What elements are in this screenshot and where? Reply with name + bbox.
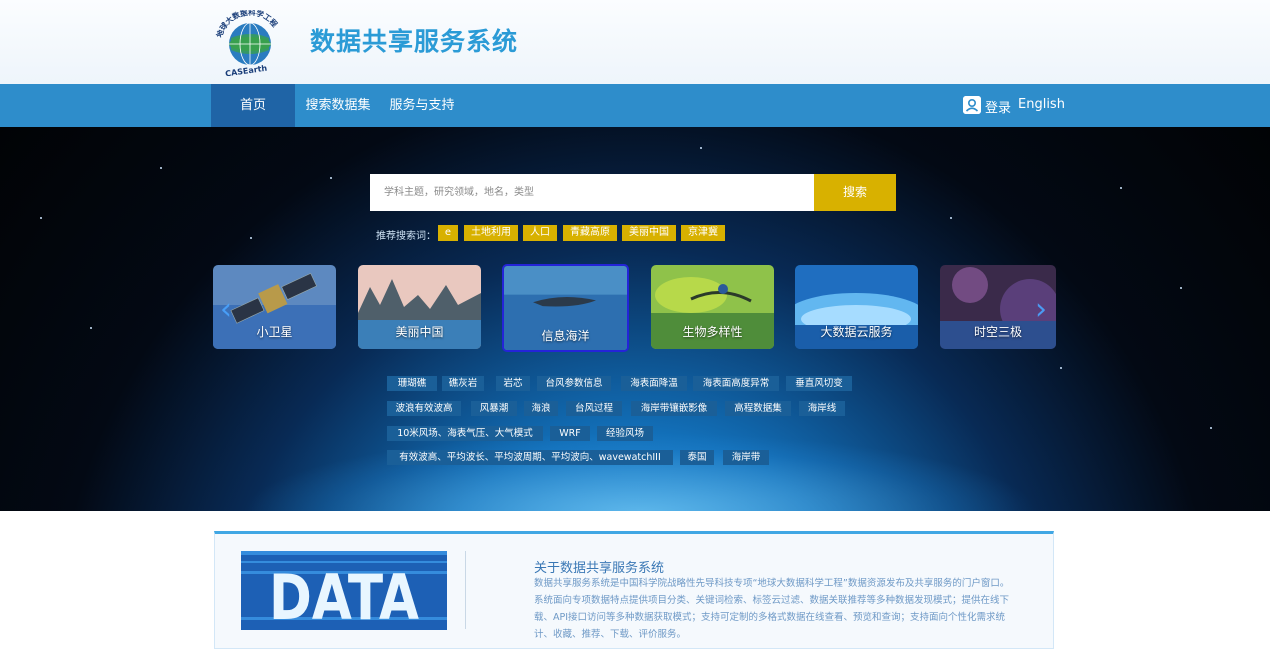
language-switch[interactable]: English [1018, 97, 1065, 112]
keyword-tag[interactable]: 海岸带 [723, 450, 769, 465]
keyword-tag[interactable]: 海表面降温 [621, 376, 687, 391]
keyword-tag[interactable]: 垂直风切变 [786, 376, 852, 391]
keyword-tag[interactable]: 海表面高度异常 [693, 376, 779, 391]
chevron-right-icon[interactable]: › [1033, 295, 1049, 325]
keyword-tag[interactable]: 海浪 [524, 401, 558, 416]
card-label: 信息海洋 [541, 329, 590, 343]
chevron-left-icon[interactable]: ‹ [218, 295, 234, 325]
site-header: 地球大数据科学工程 CASEarth 数据共享服务系统 [0, 0, 1270, 84]
search-button[interactable]: 搜索 [814, 174, 896, 211]
logo-bottom-text: CASEarth [225, 64, 268, 76]
site-title: 数据共享服务系统 [310, 27, 519, 56]
nav-services-support[interactable]: 服务与支持 [387, 84, 457, 127]
keyword-tag[interactable]: 波浪有效波高 [387, 401, 461, 416]
keyword-tag[interactable]: WRF [550, 426, 590, 441]
recommend-label: 推荐搜索词： [376, 231, 436, 242]
user-icon[interactable] [963, 96, 981, 114]
keyword-tag[interactable]: 高程数据集 [725, 401, 791, 416]
keyword-tag[interactable]: 岩芯 [496, 376, 530, 391]
keyword-tag[interactable]: 海岸带镶嵌影像 [631, 401, 717, 416]
search-input[interactable] [370, 174, 814, 211]
login-link[interactable]: 登录 [985, 97, 1011, 116]
keyword-tag[interactable]: 10米风场、海表气压、大气模式 [387, 426, 543, 441]
nav-search-datasets[interactable]: 搜索数据集 [303, 84, 373, 127]
recommend-tag[interactable]: 土地利用 [464, 225, 518, 241]
data-image-text: DATA [269, 561, 419, 630]
nav-home[interactable]: 首页 [211, 84, 295, 127]
about-divider [465, 551, 466, 629]
keyword-tag[interactable]: 海岸线 [799, 401, 845, 416]
keyword-tag[interactable]: 风暴潮 [471, 401, 517, 416]
card-label: 大数据云服务 [820, 325, 893, 339]
keyword-tag[interactable]: 有效波高、平均波长、平均波周期、平均波向、wavewatchIII [387, 450, 673, 465]
keyword-tag[interactable]: 台风过程 [566, 401, 622, 416]
keyword-tag[interactable]: 礁灰岩 [442, 376, 484, 391]
about-title: 关于数据共享服务系统 [534, 561, 665, 576]
recommend-tag[interactable]: e [438, 225, 458, 241]
keyword-tag[interactable]: 台风参数信息 [537, 376, 611, 391]
card-beautiful-china[interactable]: 美丽中国 [358, 265, 481, 349]
recommend-tag[interactable]: 青藏高原 [563, 225, 617, 241]
card-biodiversity[interactable]: 生物多样性 [651, 265, 774, 349]
card-ocean-info[interactable]: 信息海洋 [502, 264, 629, 352]
data-banner-image: DATA [241, 551, 447, 630]
card-label: 美丽中国 [395, 325, 444, 339]
keyword-tag[interactable]: 经验风场 [597, 426, 653, 441]
card-label: 生物多样性 [682, 325, 743, 339]
casearth-logo[interactable]: 地球大数据科学工程 CASEarth [213, 7, 288, 79]
recommend-tag[interactable]: 美丽中国 [622, 225, 676, 241]
recommend-tag[interactable]: 京津冀 [681, 225, 725, 241]
about-body: 数据共享服务系统是中国科学院战略性先导科技专项“地球大数据科学工程”数据资源发布… [534, 578, 1010, 640]
keyword-tag[interactable]: 泰国 [680, 450, 714, 465]
keyword-tag[interactable]: 珊瑚礁 [387, 376, 437, 391]
recommend-tag[interactable]: 人口 [523, 225, 557, 241]
main-navbar: 首页 搜索数据集 服务与支持 [0, 84, 1270, 127]
card-bigdata-cloud[interactable]: 大数据云服务 [795, 265, 918, 349]
